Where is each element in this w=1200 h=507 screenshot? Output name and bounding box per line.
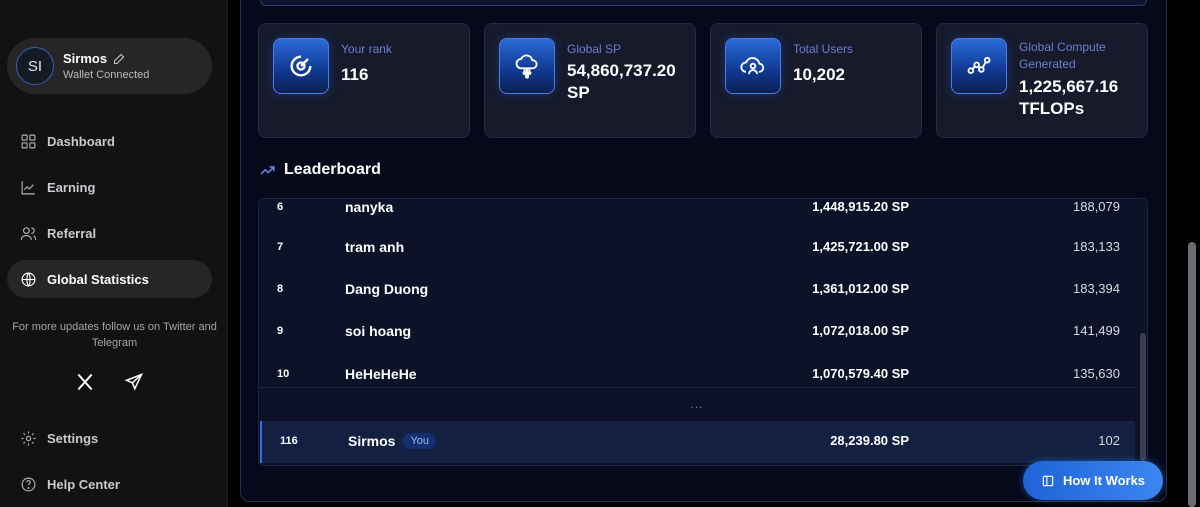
row-rank: 8 bbox=[277, 283, 284, 295]
stat-label: Global Compute Generated bbox=[1019, 40, 1106, 71]
table-row: 10 HeHeHeHe 1,070,579.40 SP 135,630 bbox=[259, 354, 1135, 396]
row-username: nanyka bbox=[345, 199, 393, 215]
row-username-text: nanyka bbox=[345, 199, 394, 215]
leaderboard-title: Leaderboard bbox=[259, 161, 381, 179]
table-divider bbox=[259, 387, 1135, 388]
dashboard-grid-icon bbox=[21, 134, 36, 148]
follow-updates-text: For more updates follow us on Twitter an… bbox=[12, 321, 217, 349]
row-points: 1,425,721.00 SP bbox=[812, 239, 909, 254]
gear-icon bbox=[21, 430, 36, 446]
profile-name: Sirmos bbox=[63, 51, 108, 66]
stat-label: Your rank bbox=[341, 42, 392, 56]
help-circle-icon bbox=[21, 477, 36, 491]
globe-icon bbox=[21, 271, 36, 287]
stat-label: Total Users bbox=[793, 42, 854, 56]
cloud-network-icon bbox=[499, 38, 555, 94]
page-scrollbar[interactable] bbox=[1188, 242, 1196, 507]
row-username-text: Sirmos bbox=[348, 433, 396, 449]
rank-icon bbox=[273, 38, 329, 94]
stat-value: 1,225,667.16 TFLOPs bbox=[1019, 77, 1119, 118]
row-referrals: 183,133 bbox=[1073, 239, 1120, 254]
stat-card-global-sp: Global SP 54,860,737.20 SP bbox=[484, 23, 696, 138]
row-referrals: 135,630 bbox=[1073, 366, 1120, 381]
row-referrals: 188,079 bbox=[1073, 199, 1120, 214]
top-banner-edge bbox=[260, 0, 1147, 6]
rows-ellipsis: ... bbox=[690, 397, 704, 411]
stat-label: Global SP bbox=[567, 42, 622, 56]
avatar: SI bbox=[16, 47, 54, 85]
telegram-link[interactable] bbox=[122, 370, 146, 394]
table-row: 9 soi hoang 1,072,018.00 SP 141,499 bbox=[259, 311, 1135, 353]
nav-global-statistics[interactable]: Global Statistics bbox=[7, 260, 212, 298]
sidebar: SI Sirmos Wallet Connected Dashboard Ear… bbox=[0, 0, 228, 507]
row-rank: 6 bbox=[277, 201, 284, 213]
graph-nodes-icon bbox=[951, 38, 1007, 94]
nav-help-center-label: Help Center bbox=[47, 476, 120, 492]
row-username: soi hoang bbox=[345, 323, 411, 339]
leaderboard-table: 6 nanyka 1,448,915.20 SP 188,079 7 tram … bbox=[258, 198, 1148, 466]
row-username: tram anh bbox=[345, 239, 404, 255]
row-referrals: 102 bbox=[1098, 433, 1120, 448]
profile-name-row: Sirmos bbox=[63, 51, 125, 66]
row-points: 1,448,915.20 SP bbox=[812, 199, 909, 214]
row-rank: 116 bbox=[280, 435, 298, 447]
current-user-row: 116 Sirmos You 28,239.80 SP 102 bbox=[260, 421, 1135, 463]
row-username: Sirmos You bbox=[348, 433, 437, 449]
profile-card[interactable]: SI Sirmos Wallet Connected bbox=[7, 38, 212, 94]
row-username: Dang Duong bbox=[345, 281, 428, 297]
telegram-send-icon bbox=[124, 373, 143, 391]
nav-earning[interactable]: Earning bbox=[7, 168, 212, 206]
table-row: 8 Dang Duong 1,361,012.00 SP 183,394 bbox=[259, 269, 1135, 311]
nav-help-center[interactable]: Help Center bbox=[7, 465, 212, 503]
row-username-text: soi hoang bbox=[345, 323, 412, 339]
nav-global-statistics-label: Global Statistics bbox=[47, 271, 149, 287]
row-username: HeHeHeHe bbox=[345, 366, 417, 382]
row-rank: 9 bbox=[277, 325, 284, 337]
row-points: 1,361,012.00 SP bbox=[812, 281, 909, 296]
row-username-text: tram anh bbox=[345, 239, 405, 255]
how-it-works-button[interactable]: How It Works bbox=[1023, 461, 1163, 500]
row-username-text: HeHeHeHe bbox=[345, 366, 417, 382]
nav-referral[interactable]: Referral bbox=[7, 214, 212, 252]
wallet-status: Wallet Connected bbox=[63, 69, 150, 81]
nav-settings[interactable]: Settings bbox=[7, 419, 212, 457]
nav-earning-label: Earning bbox=[47, 179, 96, 195]
row-referrals: 141,499 bbox=[1073, 323, 1120, 338]
chart-line-icon bbox=[21, 180, 35, 194]
nav-referral-label: Referral bbox=[47, 225, 97, 241]
users-icon bbox=[20, 226, 37, 240]
row-rank: 10 bbox=[277, 368, 290, 380]
stat-card-your-rank: Your rank 116 bbox=[258, 23, 470, 138]
x-twitter-icon bbox=[77, 373, 93, 391]
how-it-works-label: How It Works bbox=[1062, 473, 1146, 488]
stat-value: 10,202 bbox=[793, 65, 845, 84]
trending-up-icon bbox=[260, 165, 275, 175]
leaderboard-scrollbar[interactable] bbox=[1140, 333, 1146, 461]
stat-value: 116 bbox=[341, 65, 369, 84]
edit-pencil-icon[interactable] bbox=[113, 53, 125, 65]
row-points: 1,072,018.00 SP bbox=[812, 323, 909, 338]
book-open-icon bbox=[1042, 475, 1054, 486]
users-cloud-icon bbox=[725, 38, 781, 94]
table-row: 6 nanyka 1,448,915.20 SP 188,079 bbox=[259, 199, 1135, 229]
twitter-x-link[interactable] bbox=[73, 370, 97, 394]
nav-dashboard[interactable]: Dashboard bbox=[7, 122, 212, 160]
leaderboard-title-text: Leaderboard bbox=[284, 161, 381, 178]
row-points: 28,239.80 SP bbox=[830, 433, 909, 448]
row-referrals: 183,394 bbox=[1073, 281, 1120, 296]
stat-value: 54,860,737.20 SP bbox=[567, 61, 676, 102]
you-badge: You bbox=[403, 433, 437, 449]
stat-card-global-compute: Global Compute Generated 1,225,667.16 TF… bbox=[936, 23, 1148, 138]
table-row: 7 tram anh 1,425,721.00 SP 183,133 bbox=[259, 227, 1135, 269]
row-points: 1,070,579.40 SP bbox=[812, 366, 909, 381]
nav-dashboard-label: Dashboard bbox=[47, 133, 115, 149]
stat-card-total-users: Total Users 10,202 bbox=[710, 23, 922, 138]
row-rank: 7 bbox=[277, 241, 284, 253]
nav-settings-label: Settings bbox=[47, 430, 99, 446]
row-username-text: Dang Duong bbox=[345, 281, 429, 297]
